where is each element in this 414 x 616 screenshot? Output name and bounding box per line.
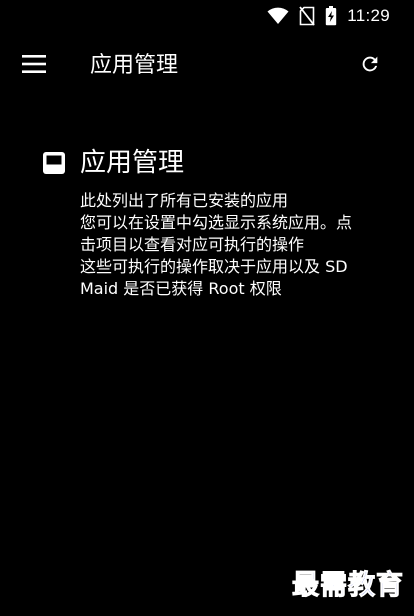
status-icons: 11:29 [267, 6, 390, 26]
app-box-icon [42, 151, 66, 175]
empty-state: 应用管理 此处列出了所有已安装的应用 您可以在设置中勾选显示系统应用。点击项目以… [42, 146, 382, 300]
no-sim-icon [299, 6, 315, 26]
page-title: 应用管理 [90, 53, 179, 78]
menu-button[interactable] [14, 48, 54, 84]
empty-state-header: 应用管理 [42, 146, 382, 180]
refresh-button[interactable] [350, 48, 390, 84]
battery-charging-icon [325, 6, 337, 26]
watermark: 最需教育 [292, 570, 404, 602]
empty-state-description: 此处列出了所有已安装的应用 您可以在设置中勾选显示系统应用。点击项目以查看对应可… [80, 191, 353, 298]
status-time: 11:29 [347, 6, 390, 25]
status-bar: 11:29 [0, 0, 414, 34]
toolbar: 应用管理 [0, 34, 414, 98]
hamburger-menu-icon [22, 55, 46, 77]
wifi-icon [267, 7, 289, 25]
refresh-icon [359, 53, 381, 79]
empty-state-title: 应用管理 [80, 148, 185, 178]
